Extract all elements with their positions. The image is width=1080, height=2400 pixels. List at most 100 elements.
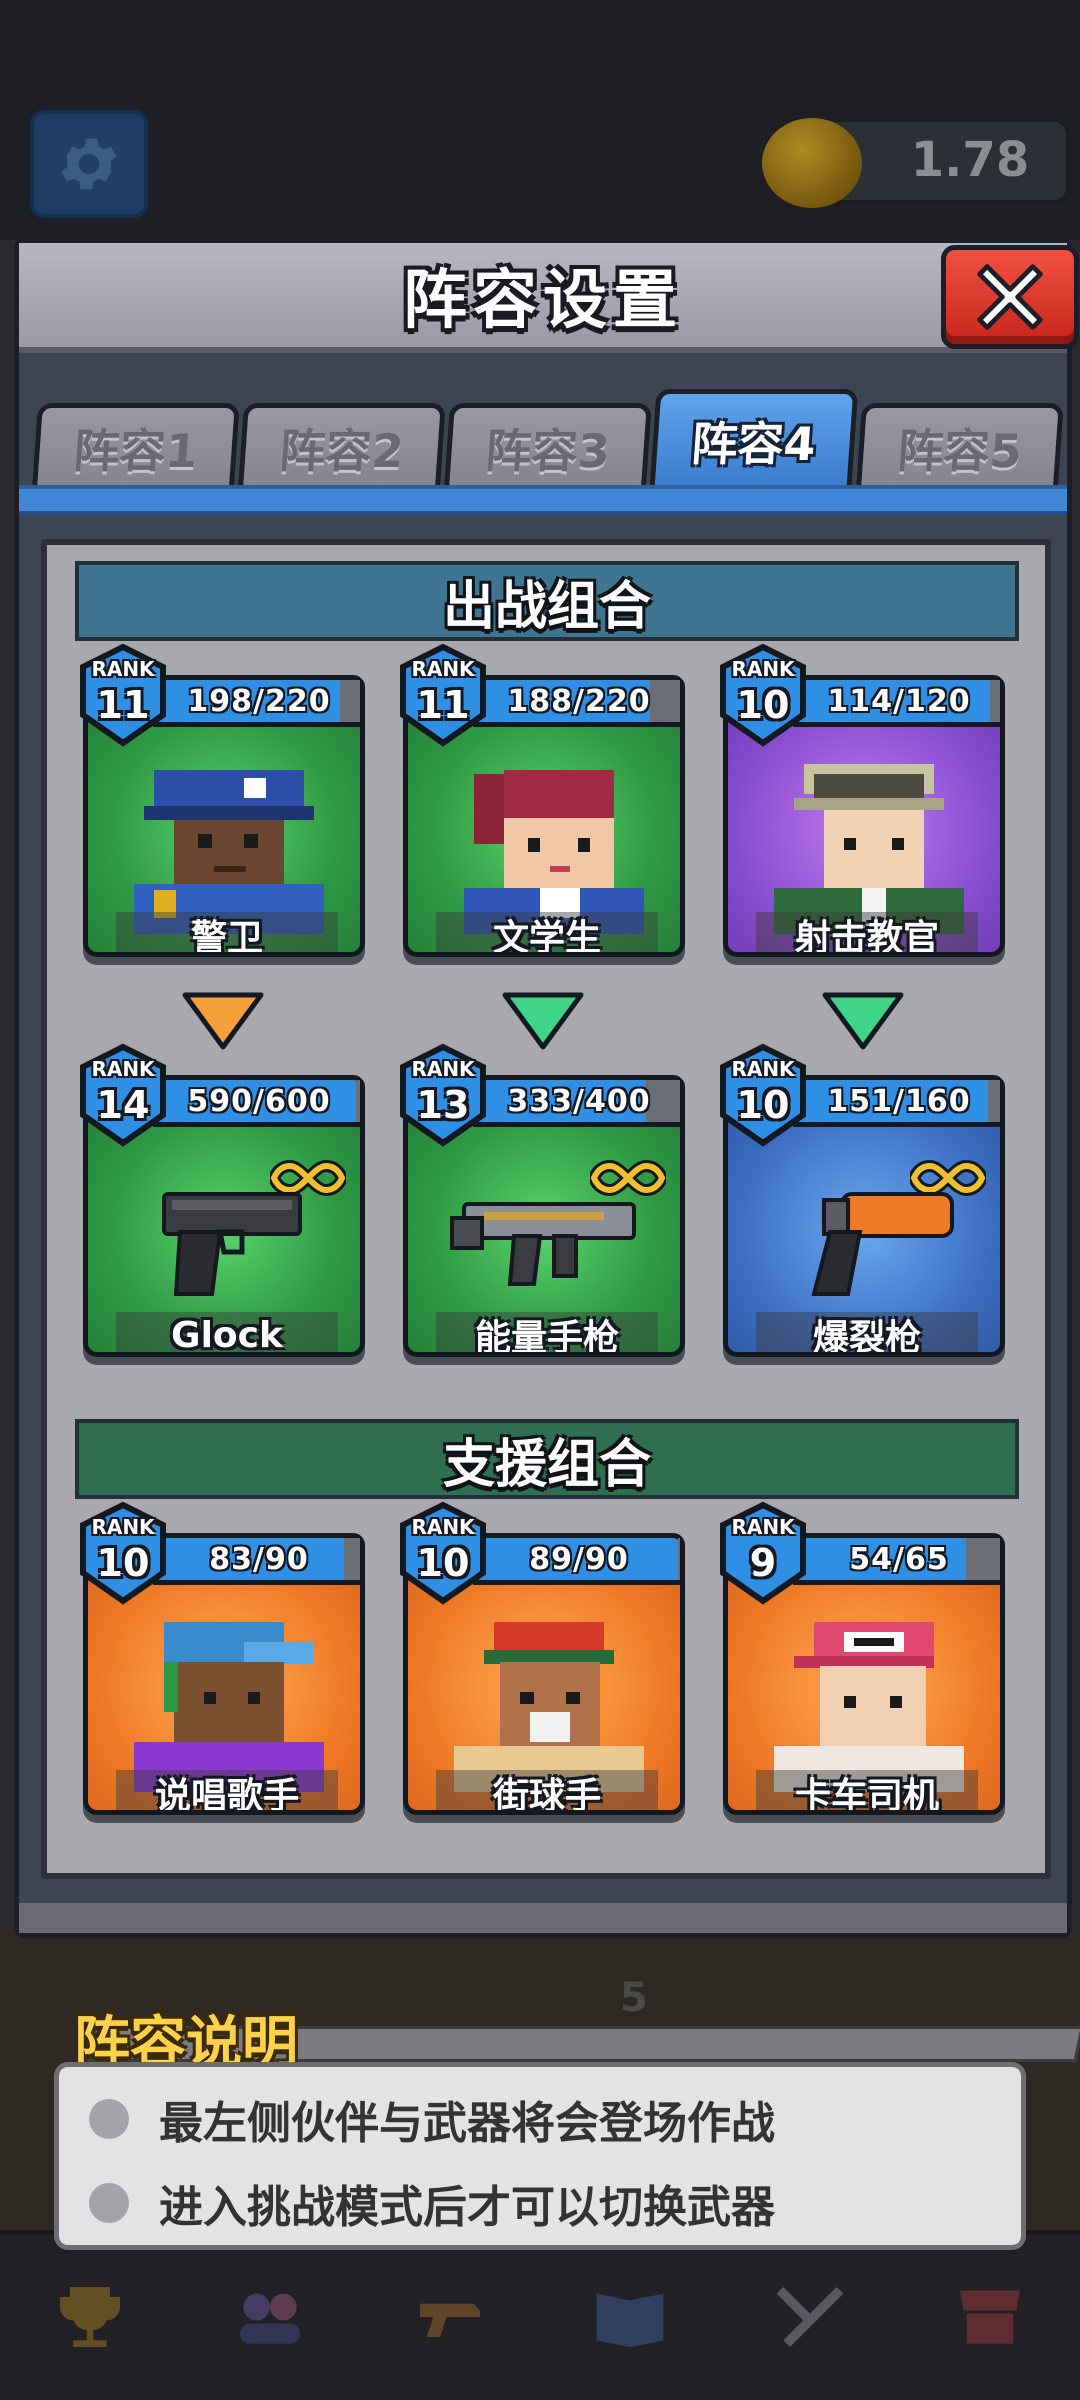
rank-number: 14 (96, 1083, 150, 1127)
battle-section-title: 出战组合 (75, 561, 1019, 641)
info-line-text: 进入挑战模式后才可以切换武器 (159, 2182, 775, 2233)
rank-badge: RANK 14 (77, 1043, 169, 1147)
info-line-text: 最左侧伙伴与武器将会登场作战 (159, 2098, 775, 2149)
xp-bar: 333/400 (473, 1075, 685, 1127)
support-section-title: 支援组合 (75, 1419, 1019, 1499)
truck-driver-portrait (774, 1622, 964, 1792)
info-line: 最左侧伙伴与武器将会登场作战 (89, 2089, 775, 2149)
partners-icon[interactable] (215, 2262, 325, 2372)
dialog-footer (19, 1903, 1067, 1933)
partner-card-instructor[interactable]: 射击教官 114/120 RANK 10 (720, 643, 1005, 957)
instructor-portrait (774, 764, 964, 934)
xp-text: 151/160 (827, 1083, 971, 1119)
rank-label: RANK (731, 657, 795, 681)
gear-icon (61, 138, 117, 190)
tab-lineup-3[interactable]: 阵容3 (444, 403, 652, 487)
rank-badge: RANK 11 (397, 643, 489, 747)
xp-text: 198/220 (187, 683, 331, 719)
weapon-card-glock[interactable]: Glock 590/600 RANK 14 (80, 1043, 365, 1357)
rapper-portrait (134, 1622, 324, 1792)
arrow-down-icon (182, 992, 264, 1050)
rank-number: 10 (736, 683, 790, 727)
rank-label: RANK (91, 1515, 155, 1539)
partner-card-student[interactable]: 文学生 188/220 RANK 11 (400, 643, 685, 957)
rank-badge: RANK 9 (717, 1501, 809, 1605)
tab-lineup-2[interactable]: 阵容2 (238, 403, 446, 487)
xp-bar: 590/600 (153, 1075, 365, 1127)
bullet-icon (89, 2099, 129, 2139)
xp-text: 188/220 (507, 683, 651, 719)
xp-text: 333/400 (507, 1083, 651, 1119)
partner-card-guard[interactable]: 警卫 198/220 RANK 11 (80, 643, 365, 957)
tab-underline-bar (19, 485, 1067, 515)
partner-name: 说唱歌手 (116, 1770, 338, 1810)
lineup-info: 阵容说明 最左侧伙伴与武器将会登场作战 进入挑战模式后才可以切换武器 (50, 1998, 1080, 2254)
xp-text: 114/120 (827, 683, 971, 719)
weapon-name: Glock (116, 1312, 338, 1352)
rank-label: RANK (91, 657, 155, 681)
settings-button[interactable] (30, 110, 148, 218)
tab-lineup-1[interactable]: 阵容1 (32, 403, 240, 487)
arrow-down-icon (822, 992, 904, 1050)
partner-name: 射击教官 (756, 912, 978, 952)
streetballer-portrait (454, 1622, 644, 1792)
dialog-header: 阵容设置 (19, 243, 1067, 353)
xp-bar: 114/120 (793, 675, 1005, 727)
bullet-icon (89, 2183, 129, 2223)
info-box: 最左侧伙伴与武器将会登场作战 进入挑战模式后才可以切换武器 (54, 2062, 1026, 2250)
rank-number: 9 (749, 1541, 777, 1585)
rank-number: 10 (96, 1541, 150, 1585)
arrow-down-icon (502, 992, 584, 1050)
rank-label: RANK (91, 1057, 155, 1081)
xp-bar: 83/90 (153, 1533, 365, 1585)
xp-bar: 188/220 (473, 675, 685, 727)
rank-label: RANK (731, 1515, 795, 1539)
xp-bar: 89/90 (473, 1533, 685, 1585)
rank-number: 13 (416, 1083, 470, 1127)
coin-value: 1.78 (910, 132, 1030, 188)
rank-label: RANK (731, 1057, 795, 1081)
xp-bar: 151/160 (793, 1075, 1005, 1127)
pistol-icon (162, 1192, 302, 1296)
rank-label: RANK (411, 1515, 475, 1539)
close-icon (977, 264, 1043, 330)
rank-badge: RANK 10 (717, 1043, 809, 1147)
xp-text: 83/90 (209, 1541, 309, 1577)
coin-icon (762, 118, 862, 208)
lineup-panel: 出战组合 警卫 198/220 RANK 11 文学生 188/220 RANK… (41, 539, 1051, 1879)
tab-lineup-4[interactable]: 阵容4 (649, 389, 859, 487)
xp-text: 590/600 (187, 1083, 331, 1119)
rank-number: 11 (96, 683, 150, 727)
shop-icon[interactable] (935, 2262, 1045, 2372)
weapon-card-flare-gun[interactable]: 爆裂枪 151/160 RANK 10 (720, 1043, 1005, 1357)
book-icon[interactable] (575, 2262, 685, 2372)
lineup-settings-dialog: 阵容设置 阵容1 阵容2 阵容3 阵容4 阵容5 出战组合 警卫 198/220… (14, 238, 1079, 1938)
xp-bar: 198/220 (153, 675, 365, 727)
close-button[interactable] (941, 245, 1079, 349)
guard-portrait (134, 770, 324, 934)
student-portrait (464, 770, 644, 934)
rank-label: RANK (411, 1057, 475, 1081)
weapons-icon[interactable] (395, 2262, 505, 2372)
support-card-streetballer[interactable]: 街球手 89/90 RANK 10 (400, 1501, 685, 1815)
partner-name: 街球手 (436, 1770, 658, 1810)
partner-name: 文学生 (436, 912, 658, 952)
xp-text: 54/65 (849, 1541, 949, 1577)
weapon-name: 能量手枪 (436, 1312, 658, 1352)
tab-lineup-5[interactable]: 阵容5 (856, 403, 1064, 487)
flare-gun-icon (811, 1192, 954, 1296)
partner-name: 警卫 (116, 912, 338, 952)
xp-text: 89/90 (529, 1541, 629, 1577)
info-line: 进入挑战模式后才可以切换武器 (89, 2173, 775, 2233)
weapon-card-energy-pistol[interactable]: 能量手枪 333/400 RANK 13 (400, 1043, 685, 1357)
rank-badge: RANK 10 (397, 1501, 489, 1605)
rank-label: RANK (411, 657, 475, 681)
battle-icon[interactable] (755, 2262, 865, 2372)
trophy-icon[interactable] (35, 2262, 145, 2372)
support-card-truck-driver[interactable]: 卡车司机 54/65 RANK 9 (720, 1501, 1005, 1815)
xp-bar: 54/65 (793, 1533, 1005, 1585)
support-card-rapper[interactable]: 说唱歌手 83/90 RANK 10 (80, 1501, 365, 1815)
rank-number: 10 (416, 1541, 470, 1585)
rank-badge: RANK 13 (397, 1043, 489, 1147)
bottom-nav (0, 2230, 1080, 2400)
